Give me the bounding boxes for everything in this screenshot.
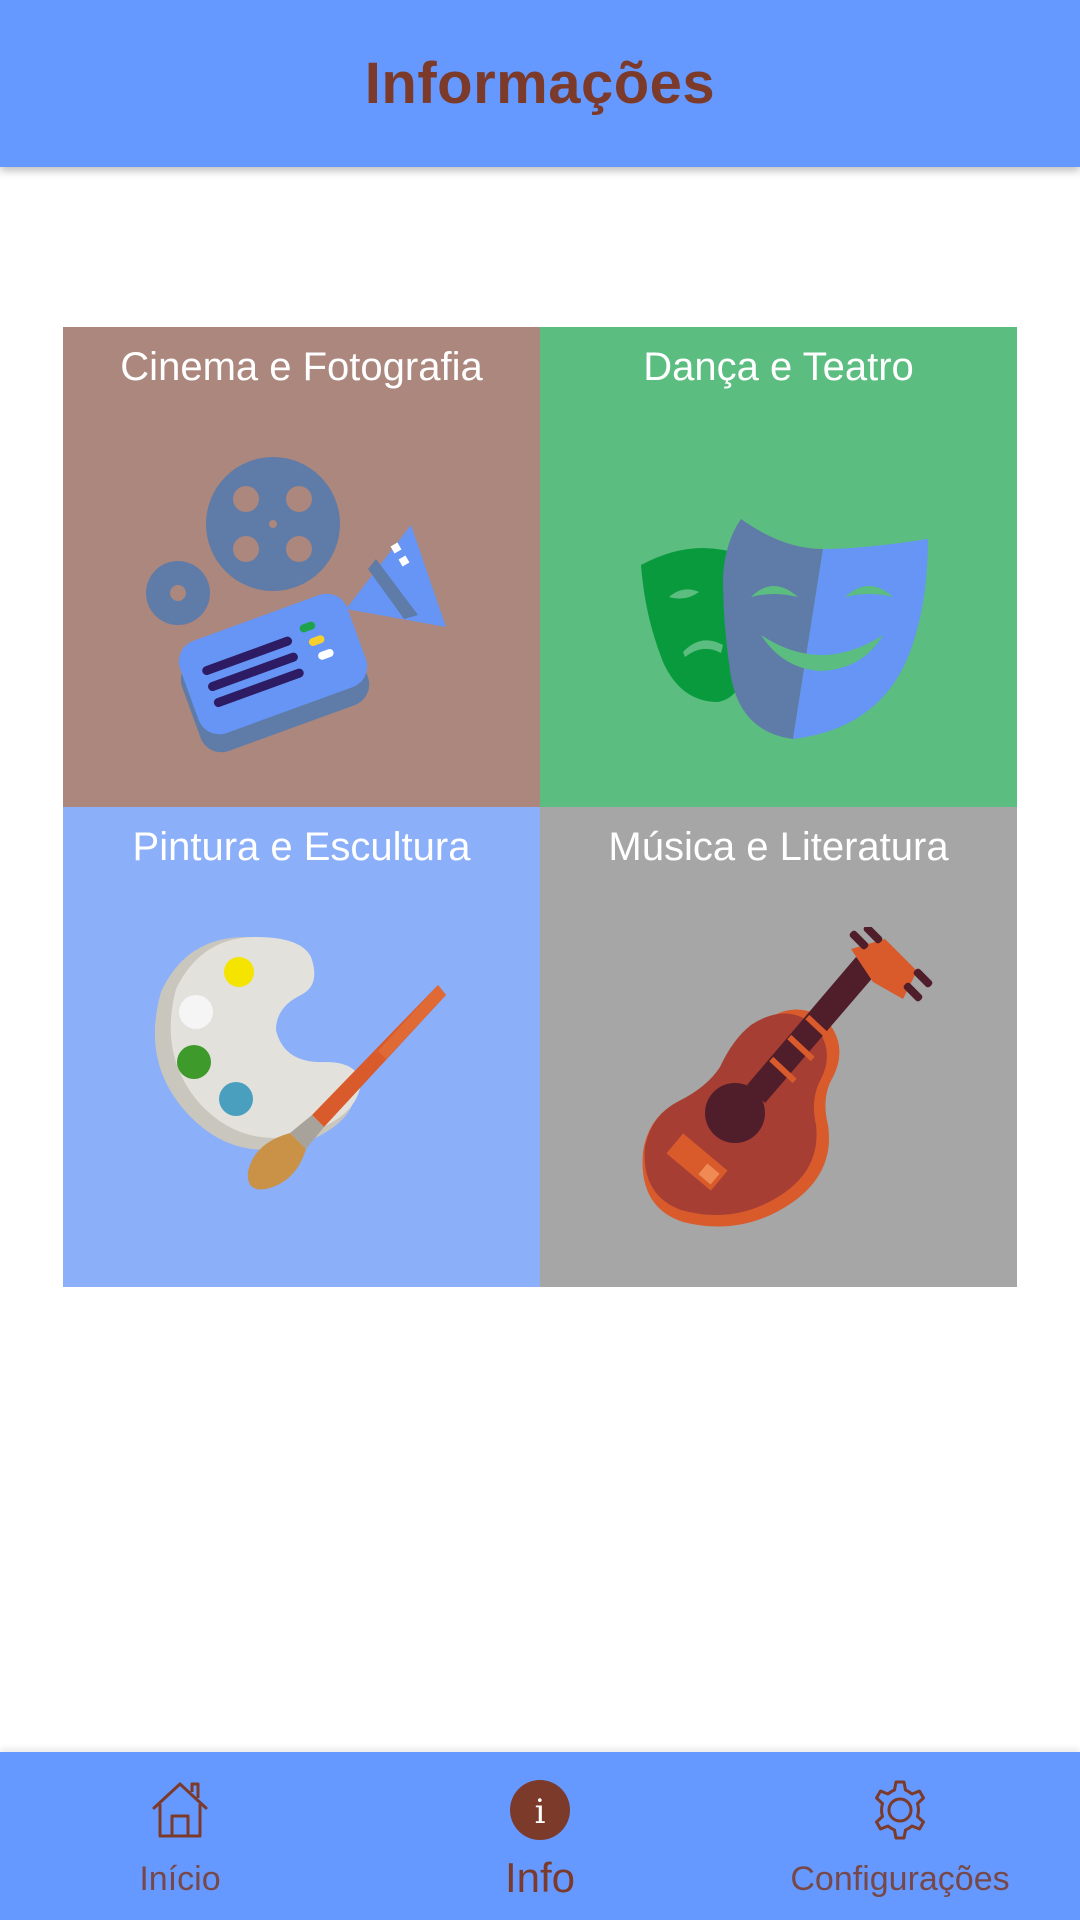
svg-text:i: i [535,1792,546,1832]
category-label: Dança e Teatro [643,345,914,389]
category-label: Cinema e Fotografia [120,345,483,389]
info-icon: i [510,1780,570,1840]
category-grid: Cinema e Fotografia Dança e Teatro Pintu… [63,327,1017,1287]
gear-icon [875,1780,925,1840]
nav-item-info[interactable]: i Info [440,1752,640,1920]
category-tile-pintura[interactable]: Pintura e Escultura [63,807,540,1287]
category-tile-danca[interactable]: Dança e Teatro [540,327,1017,807]
nav-item-inicio[interactable]: Início [80,1752,280,1920]
category-label: Música e Literatura [608,825,949,869]
film-camera-icon [146,457,446,753]
nav-label-configuracoes: Configurações [790,1860,1010,1898]
home-icon [152,1782,208,1838]
theater-masks-icon [641,519,928,739]
category-tile-cinema[interactable]: Cinema e Fotografia [63,327,540,807]
category-label: Pintura e Escultura [132,825,471,869]
nav-item-configuracoes[interactable]: Configurações [760,1752,1040,1920]
nav-label-info: Info [504,1854,576,1901]
bottom-navigation: Início i Info Configurações [0,1752,1080,1920]
app-bar: Informações [0,0,1080,167]
guitar-icon [642,927,933,1227]
category-tile-musica[interactable]: Música e Literatura [540,807,1017,1287]
paint-palette-icon [154,937,446,1190]
nav-label-inicio: Início [139,1860,221,1898]
page-title: Informações [364,51,716,116]
